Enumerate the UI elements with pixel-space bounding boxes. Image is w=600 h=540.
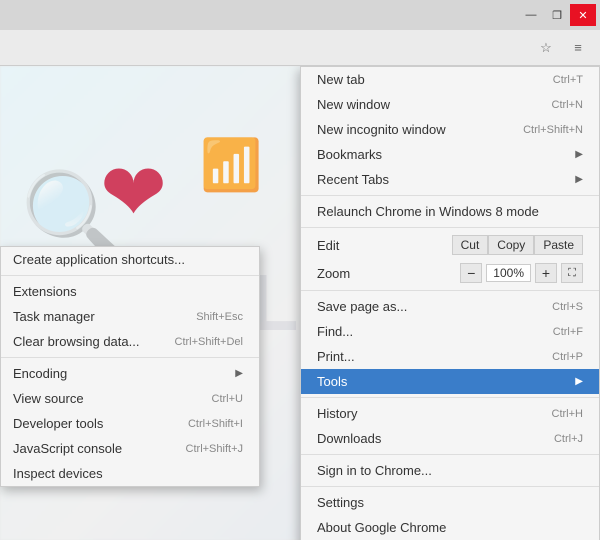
menu-item-new-incognito[interactable]: New incognito window Ctrl+Shift+N — [301, 117, 599, 142]
menu-item-bookmarks[interactable]: Bookmarks ▶ — [301, 142, 599, 167]
menu-item-relaunch[interactable]: Relaunch Chrome in Windows 8 mode — [301, 199, 599, 224]
cut-button[interactable]: Cut — [452, 235, 489, 255]
menu-item-create-shortcuts[interactable]: Create application shortcuts... — [1, 247, 259, 272]
main-menu: New tab Ctrl+T New window Ctrl+N New inc… — [300, 66, 600, 540]
menu-item-new-window[interactable]: New window Ctrl+N — [301, 92, 599, 117]
title-bar: — ❐ ✕ — [0, 0, 600, 30]
menu-item-settings[interactable]: Settings — [301, 490, 599, 515]
minimize-button[interactable]: — — [518, 4, 544, 26]
menu-item-downloads[interactable]: Downloads Ctrl+J — [301, 426, 599, 451]
separator — [301, 227, 599, 228]
separator — [301, 454, 599, 455]
zoom-out-button[interactable]: − — [460, 263, 482, 283]
close-button[interactable]: ✕ — [570, 4, 596, 26]
separator — [1, 275, 259, 276]
menu-item-view-source[interactable]: View source Ctrl+U — [1, 386, 259, 411]
menu-item-sign-in[interactable]: Sign in to Chrome... — [301, 458, 599, 483]
browser-toolbar: ☆ ≡ — [0, 30, 600, 66]
star-icon[interactable]: ☆ — [532, 34, 560, 62]
paste-button[interactable]: Paste — [534, 235, 583, 255]
fullscreen-button[interactable]: ⛶ — [561, 263, 583, 283]
menu-item-extensions[interactable]: Extensions — [1, 279, 259, 304]
separator — [301, 486, 599, 487]
separator — [301, 195, 599, 196]
maximize-button[interactable]: ❐ — [544, 4, 570, 26]
wifi-bg-icon: 📶 — [200, 136, 262, 195]
content-area: 🔍 ❤ 📶 SLAV Create application shortcuts.… — [0, 66, 600, 540]
menu-item-about[interactable]: About Google Chrome — [301, 515, 599, 540]
menu-icon[interactable]: ≡ — [564, 34, 592, 62]
menu-item-encoding[interactable]: Encoding ▶ — [1, 361, 259, 386]
menu-item-print[interactable]: Print... Ctrl+P — [301, 344, 599, 369]
menu-item-task-manager[interactable]: Task manager Shift+Esc — [1, 304, 259, 329]
menu-item-find[interactable]: Find... Ctrl+F — [301, 319, 599, 344]
menu-item-developer-tools[interactable]: Developer tools Ctrl+Shift+I — [1, 411, 259, 436]
zoom-in-button[interactable]: + — [535, 263, 557, 283]
menu-item-inspect-devices[interactable]: Inspect devices — [1, 461, 259, 486]
zoom-row: Zoom − 100% + ⛶ — [301, 259, 599, 287]
menu-item-history[interactable]: History Ctrl+H — [301, 401, 599, 426]
browser-window: — ❐ ✕ ☆ ≡ 🔍 ❤ 📶 SLAV Create application … — [0, 0, 600, 540]
menu-item-clear-browsing[interactable]: Clear browsing data... Ctrl+Shift+Del — [1, 329, 259, 354]
menu-item-js-console[interactable]: JavaScript console Ctrl+Shift+J — [1, 436, 259, 461]
menu-item-save-page[interactable]: Save page as... Ctrl+S — [301, 294, 599, 319]
menu-item-recent-tabs[interactable]: Recent Tabs ▶ — [301, 167, 599, 192]
copy-button[interactable]: Copy — [488, 235, 534, 255]
tools-submenu: Create application shortcuts... Extensio… — [0, 246, 260, 487]
separator — [1, 357, 259, 358]
separator — [301, 397, 599, 398]
heart-bg-icon: ❤ — [100, 146, 167, 239]
separator — [301, 290, 599, 291]
edit-row: Edit Cut Copy Paste — [301, 231, 599, 259]
menu-item-tools[interactable]: Tools ▶ — [301, 369, 599, 394]
zoom-value: 100% — [486, 264, 531, 282]
menu-item-new-tab[interactable]: New tab Ctrl+T — [301, 67, 599, 92]
